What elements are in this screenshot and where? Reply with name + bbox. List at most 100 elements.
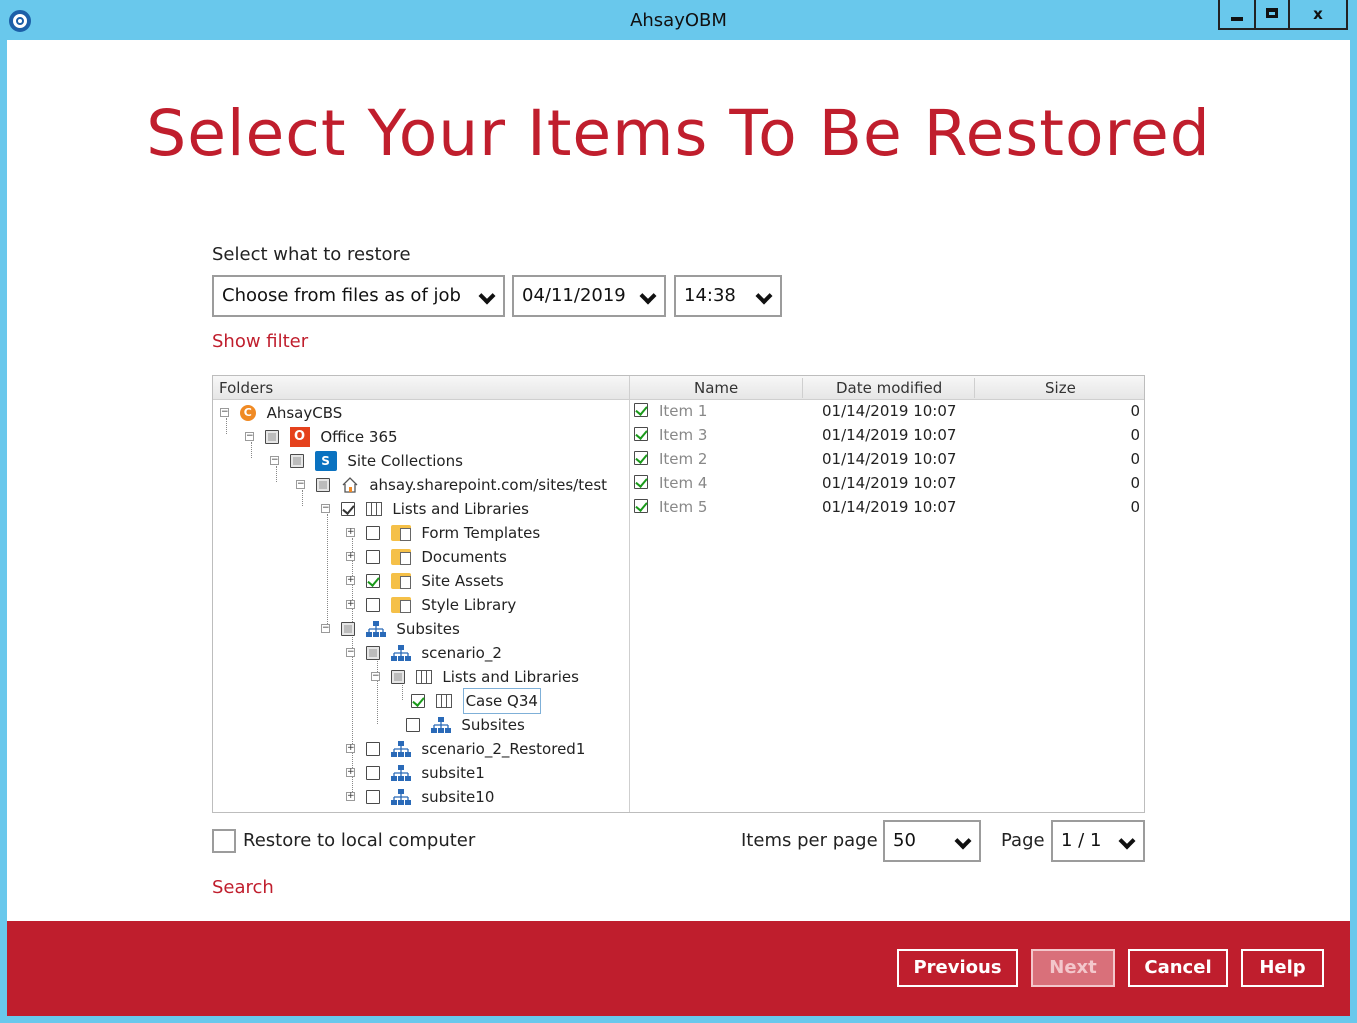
list-item[interactable]: Item 3 01/14/2019 10:07 0 [632,423,1144,447]
tree-checkbox[interactable] [411,694,425,708]
tree-checkbox[interactable] [365,741,380,756]
item-date: 01/14/2019 10:07 [822,450,957,468]
item-size: 0 [1130,474,1140,492]
item-checkbox[interactable] [634,475,648,489]
tree-node-label: Case Q34 [462,688,541,714]
previous-button[interactable]: Previous [897,949,1018,987]
item-size: 0 [1130,402,1140,420]
tree-node-ahsaycbs[interactable]: − C AhsayCBS [220,400,342,424]
tree-node-scenario-2-lists[interactable]: − Lists and Libraries [371,664,579,688]
close-button[interactable]: x [1290,0,1348,30]
item-checkbox[interactable] [634,451,648,465]
tree-node-subsite10[interactable]: + subsite10 [346,784,494,808]
expand-icon[interactable]: + [346,600,355,609]
page-select[interactable]: 1 / 1 [1051,820,1145,862]
folder-icon [390,524,411,541]
items-per-page-label: Items per page [741,830,878,851]
tree-node-scenario-2-subsites[interactable]: Subsites [386,712,525,736]
tree-checkbox[interactable] [340,621,355,636]
tree-node-subsite1[interactable]: + subsite1 [346,760,485,784]
list-item[interactable]: Item 2 01/14/2019 10:07 0 [632,447,1144,471]
item-checkbox[interactable] [634,427,648,441]
tree-node-office365[interactable]: − O Office 365 [245,424,398,448]
tree-node-case-q34[interactable]: Case Q34 [411,688,541,714]
minimize-button[interactable] [1218,0,1256,30]
tree-node-label: Form Templates [421,523,541,542]
tree-node-documents[interactable]: + Documents [346,544,507,568]
tree-node-label: AhsayCBS [266,403,343,422]
tree-node-form-templates[interactable]: + Form Templates [346,520,540,544]
show-filter-link[interactable]: Show filter [212,331,308,352]
tree-checkbox[interactable] [390,669,405,684]
expand-icon[interactable]: + [346,768,355,777]
collapse-icon[interactable]: − [346,648,355,657]
restore-local-checkbox[interactable] [212,829,236,853]
help-button[interactable]: Help [1241,949,1324,987]
list-item[interactable]: Item 4 01/14/2019 10:07 0 [632,471,1144,495]
maximize-button[interactable] [1256,0,1290,30]
tree-node-label: scenario_2_Restored1 [421,739,586,758]
collapse-icon[interactable]: − [245,432,254,441]
panel-header: Folders Name Date modified Size [213,376,1144,400]
items-per-page-select[interactable]: 50 [883,820,981,862]
item-checkbox[interactable] [634,403,648,417]
tree-node-lists-libraries[interactable]: − Lists and Libraries [321,496,529,520]
tree-node-site-assets[interactable]: + Site Assets [346,568,504,592]
tree-checkbox[interactable] [365,597,380,612]
list-item[interactable]: Item 5 01/14/2019 10:07 0 [632,495,1144,519]
panel-divider[interactable] [629,376,630,812]
collapse-icon[interactable]: − [220,408,229,417]
tree-node-site-test[interactable]: − ahsay.sharepoint.com/sites/test [296,472,607,496]
item-name: Item 2 [659,450,708,468]
item-date: 01/14/2019 10:07 [822,426,957,444]
tree-checkbox[interactable] [365,549,380,564]
cancel-button[interactable]: Cancel [1128,949,1228,987]
tree-checkbox[interactable] [365,573,380,588]
item-size: 0 [1130,426,1140,444]
collapse-icon[interactable]: − [321,504,330,513]
item-size: 0 [1130,450,1140,468]
tree-node-subsites[interactable]: − Subsites [321,616,460,640]
sitemap-icon [390,644,411,662]
expand-icon[interactable]: + [346,744,355,753]
tree-checkbox[interactable] [365,765,380,780]
tree-checkbox[interactable] [264,429,279,444]
ahsaycbs-icon: C [239,404,256,421]
expand-icon[interactable]: + [346,792,355,801]
window-title: AhsayOBM [630,10,727,31]
collapse-icon[interactable]: − [296,480,305,489]
tree-node-label: Lists and Libraries [442,667,579,686]
tree-checkbox[interactable] [340,501,355,516]
tree-checkbox[interactable] [289,453,304,468]
tree-checkbox[interactable] [365,525,380,540]
tree-node-label: Site Assets [421,571,504,590]
list-icon [435,694,452,708]
tree-node-scenario-2-restored1[interactable]: + scenario_2_Restored1 [346,736,585,760]
collapse-icon[interactable]: − [371,672,380,681]
expand-icon[interactable]: + [346,576,355,585]
tree-checkbox[interactable] [365,645,380,660]
collapse-icon[interactable]: − [321,624,330,633]
expand-icon[interactable]: + [346,552,355,561]
job-time-select[interactable]: 14:38 [674,275,782,317]
search-link[interactable]: Search [212,877,274,898]
collapse-icon[interactable]: − [270,456,279,465]
tree-checkbox[interactable] [405,717,420,732]
name-column-header[interactable]: Name [694,379,738,397]
restore-mode-select[interactable]: Choose from files as of job [212,275,505,317]
page-label: Page [1001,830,1045,851]
tree-node-style-library[interactable]: + Style Library [346,592,516,616]
item-date: 01/14/2019 10:07 [822,402,957,420]
next-button[interactable]: Next [1031,949,1115,987]
date-column-header[interactable]: Date modified [836,379,942,397]
tree-node-scenario-2[interactable]: − scenario_2 [346,640,502,664]
list-item[interactable]: Item 1 01/14/2019 10:07 0 [632,399,1144,423]
size-column-header[interactable]: Size [1045,379,1076,397]
tree-checkbox[interactable] [315,477,330,492]
expand-icon[interactable]: + [346,528,355,537]
job-date-select[interactable]: 04/11/2019 [512,275,666,317]
item-checkbox[interactable] [634,499,648,513]
tree-node-site-collections[interactable]: − S Site Collections [270,448,463,472]
tree-checkbox[interactable] [365,789,380,804]
restore-selector-label: Select what to restore [212,244,411,265]
